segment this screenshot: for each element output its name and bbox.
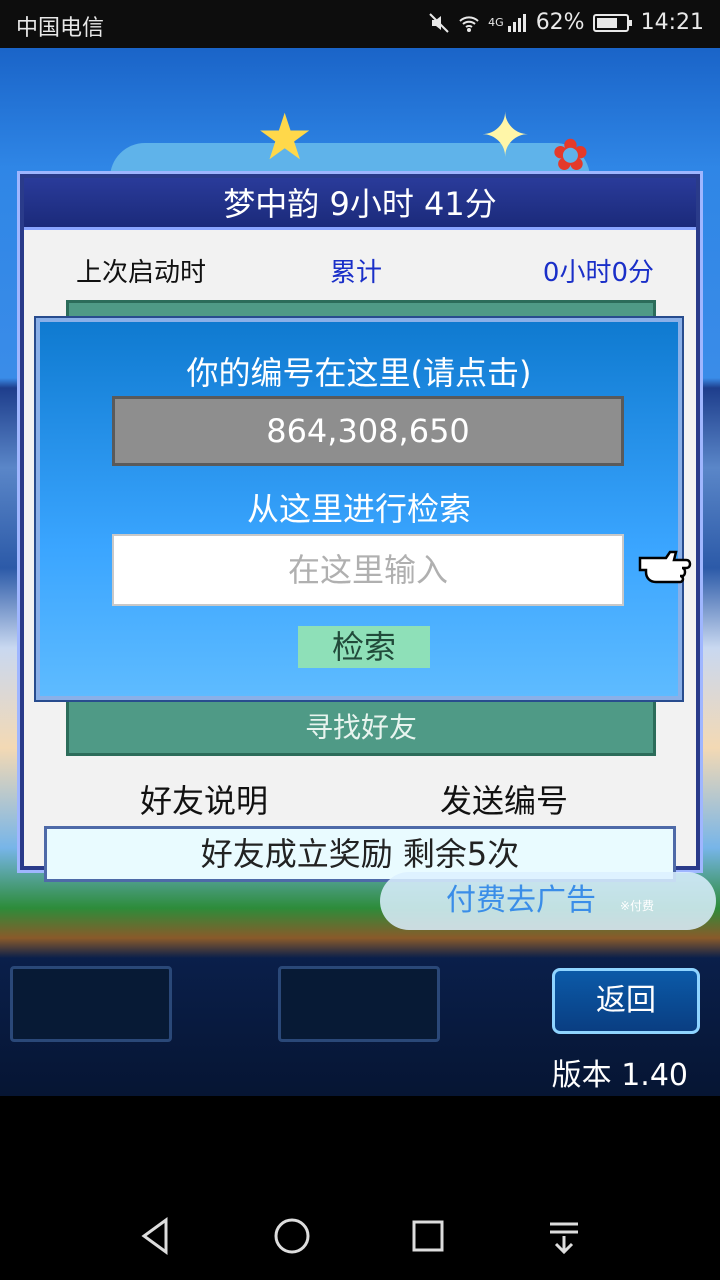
pointing-hand-icon	[638, 550, 692, 584]
flower-icon: ✿	[552, 130, 589, 181]
total-label: 累计	[330, 258, 383, 288]
sparkle-icon: ✦	[480, 101, 531, 171]
dialog-footer: 好友说明 发送编号	[24, 770, 696, 830]
game-scene: ★ ✦ ✿ 梦中韵 9小时 41分 上次启动时 累计 0小时0分 寻找好友 好友…	[0, 48, 720, 1096]
network-type: 4G	[488, 16, 504, 29]
battery-icon	[592, 13, 632, 32]
back-button[interactable]: 返回	[552, 968, 700, 1034]
player-id-box[interactable]: 864,308,650	[112, 396, 624, 466]
notification-pull-icon[interactable]	[540, 1212, 588, 1260]
recents-nav-icon[interactable]	[404, 1212, 452, 1260]
dialog-title: 梦中韵 9小时 41分	[24, 178, 696, 230]
back-nav-icon[interactable]	[132, 1212, 180, 1260]
id-prompt: 你的编号在这里(请点击)	[186, 354, 532, 392]
search-prompt: 从这里进行检索	[246, 490, 471, 528]
status-icons: 4G 62% 14:21	[428, 10, 704, 35]
play-stats: 上次启动时 累计 0小时0分	[60, 236, 666, 298]
home-nav-icon[interactable]	[268, 1212, 316, 1260]
version-label: 版本 1.40	[551, 1058, 688, 1093]
star-icon: ★	[256, 101, 314, 175]
wifi-icon	[459, 15, 479, 32]
search-input[interactable]	[112, 534, 624, 606]
signal-icon	[507, 13, 526, 32]
total-value: 0小时0分	[542, 258, 654, 288]
remove-ads-label: 付费去广告	[446, 883, 596, 918]
search-modal: 你的编号在这里(请点击) 864,308,650 从这里进行检索 检索	[36, 318, 692, 700]
search-button[interactable]: 检索	[298, 626, 430, 668]
clock: 14:21	[640, 10, 704, 35]
friend-info-button[interactable]: 好友说明	[140, 776, 268, 822]
last-launch-label: 上次启动时	[76, 258, 207, 288]
mute-icon	[429, 12, 449, 33]
send-id-button[interactable]: 发送编号	[440, 776, 568, 822]
find-friend-button[interactable]: 寻找好友	[66, 698, 656, 758]
battery-percent: 62%	[535, 10, 585, 35]
paid-note: ※付费	[620, 899, 655, 913]
remove-ads-button[interactable]: 付费去广告 ※付费	[380, 872, 716, 930]
hud-slot-1	[10, 966, 172, 1042]
navigation-bar	[0, 1096, 720, 1280]
carrier-name: 中国电信	[16, 16, 105, 41]
status-bar: 中国电信 4G 62% 14:21	[0, 0, 720, 48]
hud-slot-2	[278, 966, 440, 1042]
